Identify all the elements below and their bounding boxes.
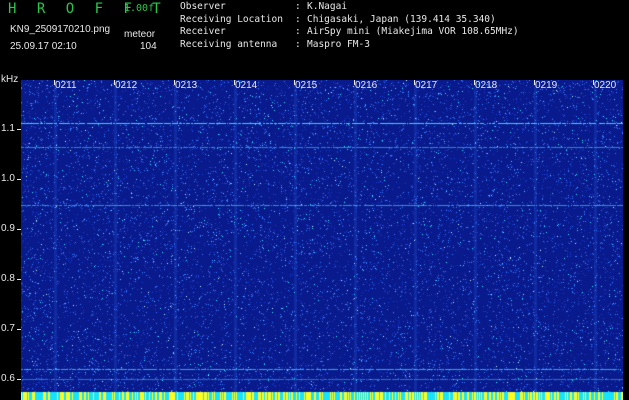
info-value: K.Nagai <box>307 1 348 12</box>
x-tick-label: 0211 <box>55 80 77 91</box>
x-tick-mark <box>534 80 535 85</box>
station-info: Observer: K.Nagai Receiving Location: Chig… <box>180 1 519 51</box>
y-tick-label: 0.6 <box>1 373 15 384</box>
x-tick-mark <box>354 80 355 85</box>
x-tick-mark <box>593 80 594 85</box>
info-row-receiver: Receiver: AirSpy mini (Miakejima VOR 108.… <box>180 26 519 39</box>
info-value: Chigasaki, Japan (139.414 35.340) <box>307 13 496 25</box>
app-version: 1.00f <box>124 3 155 14</box>
x-tick-mark <box>114 80 115 85</box>
info-label: Observer <box>180 1 226 12</box>
detection-count: 104 <box>140 41 157 52</box>
x-tick-mark <box>174 80 175 85</box>
info-row-antenna: Receiving antenna: Maspro FM-3 <box>180 39 519 52</box>
x-tick-mark <box>54 80 55 85</box>
info-separator: : <box>295 26 301 37</box>
y-tick-label: 1.1 <box>1 123 15 134</box>
y-tick-label: 0.9 <box>1 223 15 234</box>
y-axis-unit: kHz <box>1 74 19 85</box>
info-row-observer: Observer: K.Nagai <box>180 1 519 14</box>
x-tick-label: 0219 <box>535 80 558 91</box>
x-tick-label: 0212 <box>115 80 138 91</box>
info-separator: : <box>295 1 301 12</box>
info-value: Maspro FM-3 <box>307 38 370 50</box>
info-label: Receiving antenna <box>180 38 278 50</box>
x-tick-mark <box>414 80 415 85</box>
x-tick-label: 0217 <box>415 80 438 91</box>
x-tick-label: 0215 <box>295 80 318 91</box>
x-tick-label: 0218 <box>475 80 498 91</box>
y-tick-label: 0.7 <box>1 323 15 334</box>
x-tick-label: 0214 <box>235 80 258 91</box>
capture-datetime: 25.09.17 02:10 <box>10 41 77 52</box>
mode-label: meteor <box>124 29 156 40</box>
x-tick-label: 0213 <box>175 80 198 91</box>
x-tick-mark <box>474 80 475 85</box>
info-separator: : <box>295 13 301 25</box>
y-tick-label: 1.0 <box>1 173 15 184</box>
info-separator: : <box>295 38 301 50</box>
spectrogram-waterfall <box>21 80 623 400</box>
x-tick-label: 0216 <box>355 80 378 91</box>
x-tick-mark <box>294 80 295 85</box>
x-tick-label: 0220 <box>594 80 617 91</box>
x-tick-mark <box>234 80 235 85</box>
info-label: Receiver <box>180 26 226 37</box>
spectrogram-canvas <box>21 80 623 400</box>
image-filename: KN9_2509170210.png <box>10 24 111 35</box>
y-tick-label: 0.8 <box>1 273 15 284</box>
info-value: AirSpy mini (Miakejima VOR 108.65MHz) <box>307 26 519 37</box>
info-label: Receiving Location <box>180 13 283 25</box>
header-panel: H R O F F T 1.00f KN9_2509170210.png met… <box>0 0 629 74</box>
info-row-location: Receiving Location: Chigasaki, Japan (139… <box>180 14 519 27</box>
